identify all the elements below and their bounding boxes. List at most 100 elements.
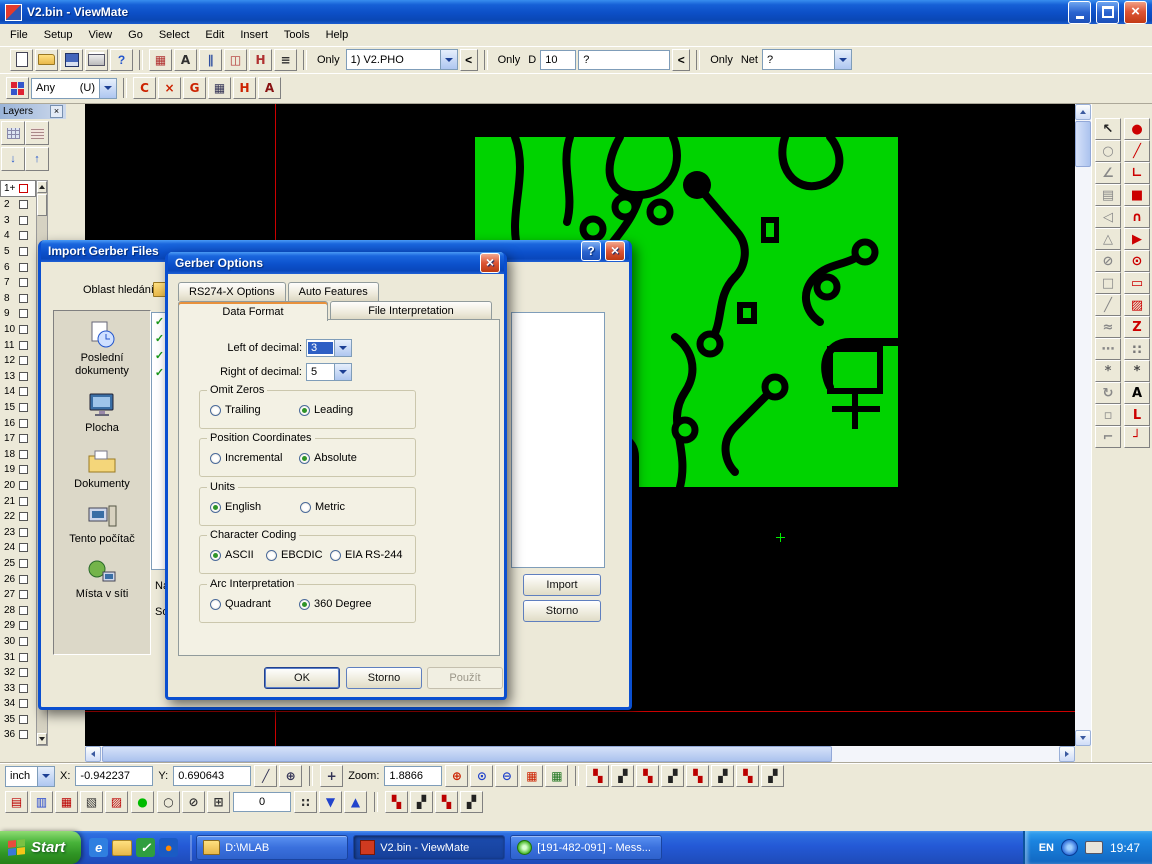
menu-item[interactable]: Select [151,26,198,44]
small-square-icon[interactable]: ▫ [1095,404,1121,426]
zoom-window-icon[interactable]: ⊙ [470,765,493,787]
layer-row[interactable]: 23 [0,524,36,540]
menu-item[interactable]: View [80,26,120,44]
layer-color-swatch[interactable] [19,637,28,646]
scroll-left-icon[interactable] [85,746,101,762]
layer-color-swatch[interactable] [19,200,28,209]
chevron-down-icon[interactable] [37,767,54,786]
layer-color-swatch[interactable] [19,653,28,662]
previous-dcode-button[interactable]: < [672,49,690,71]
red-l-icon[interactable]: L [1124,404,1150,426]
arrow-up-icon[interactable]: ▲ [344,791,367,813]
layer-color-swatch[interactable] [19,403,28,412]
gray-dots-icon[interactable]: :: [1124,338,1150,360]
layer-row[interactable]: 25 [0,556,36,572]
layer-color-swatch[interactable] [19,263,28,272]
tab-data-format[interactable]: Data Format [178,301,328,321]
radio-quadrant[interactable]: Quadrant [210,598,271,610]
tray-network-icon[interactable] [1061,839,1078,856]
menu-item[interactable]: Tools [276,26,318,44]
layer-color-swatch[interactable] [19,668,28,677]
scrollbar-thumb[interactable] [37,194,47,216]
table-grid-icon[interactable]: ⊞ [207,791,230,813]
recent-documents-item[interactable]: Poslední dokumenty [54,321,150,378]
dcode-count-field[interactable]: 0 [233,792,291,812]
wave-icon[interactable]: ≈ [1095,316,1121,338]
close-button[interactable] [1124,1,1147,24]
layer-row[interactable]: 26 [0,571,36,587]
layer-row[interactable]: 28 [0,602,36,618]
task-button-viewmate[interactable]: V2.bin - ViewMate [353,835,505,860]
layer-combobox[interactable]: 1) V2.PHO [346,49,458,70]
layer-color-swatch[interactable] [19,450,28,459]
layer-color-swatch[interactable] [19,341,28,350]
cross-tool-icon[interactable]: × [158,77,181,99]
layer-view-2-icon[interactable]: ▥ [30,791,53,813]
cancel-button[interactable]: Storno [523,600,601,622]
status-led-icon[interactable]: ● [131,791,154,813]
radio-checked-icon[interactable] [299,453,310,464]
filled-square-icon[interactable]: ▤ [1095,184,1121,206]
triangle-left-icon[interactable]: ◁ [1095,206,1121,228]
radio-incremental[interactable]: Incremental [210,452,282,464]
menu-item[interactable]: Help [318,26,357,44]
layer-color-swatch[interactable] [19,684,28,693]
h-tool-icon[interactable]: H [233,77,256,99]
layer-color-swatch[interactable] [19,247,28,256]
radio-absolute[interactable]: Absolute [299,452,357,464]
dcode-pattern-5-icon[interactable]: ▚ [686,765,709,787]
x-coordinate-field[interactable]: -0.942237 [75,766,153,786]
red-corner-icon[interactable]: ┘ [1124,426,1150,448]
layer-row[interactable]: 10 [0,322,36,338]
aperture-filter-combobox[interactable]: Any (U) [31,78,117,99]
layer-color-swatch[interactable] [19,543,28,552]
radio-icon[interactable] [210,599,221,610]
scrollbar-thumb[interactable] [1075,121,1091,167]
layer-color-swatch[interactable] [19,372,28,381]
layer-color-swatch[interactable] [19,715,28,724]
documents-item[interactable]: Dokumenty [54,449,150,491]
layer-grid-view-icon[interactable] [1,121,25,145]
layer-row[interactable]: 18 [0,447,36,463]
language-indicator[interactable]: EN [1039,842,1054,854]
arrow-down-icon[interactable]: ▼ [319,791,342,813]
gray-circle-icon[interactable]: ○ [1095,140,1121,162]
layer-row[interactable]: 7 [0,275,36,291]
zoom-field[interactable]: 1.8866 [384,766,442,786]
dcode-pattern-8-icon[interactable]: ▞ [761,765,784,787]
dcode-grid-icon[interactable]: ▦ [149,49,172,71]
radio-ebcdic[interactable]: EBCDIC [266,549,323,561]
red-arc-icon[interactable]: ∩ [1124,206,1150,228]
pad-pair-icon[interactable]: ◫ [224,49,247,71]
grid-green-icon[interactable]: ▦ [545,765,568,787]
asterisk-icon[interactable]: * [1095,360,1121,382]
layer-view-1-icon[interactable]: ▤ [5,791,28,813]
layer-row[interactable]: 2 [0,197,36,213]
dcode-pattern-6-icon[interactable]: ▞ [711,765,734,787]
start-button[interactable]: Start [0,831,81,864]
circle-tool-icon[interactable]: ○ [157,791,180,813]
horizontal-scrollbar[interactable] [85,746,1075,762]
import-button[interactable]: Import [523,574,601,596]
pattern-1-icon[interactable]: ▚ [385,791,408,813]
layer-row[interactable]: 27 [0,587,36,603]
dots-grid-icon[interactable]: :: [294,791,317,813]
layer-row[interactable]: 14 [0,384,36,400]
chevron-down-icon[interactable] [334,364,351,380]
layer-row[interactable]: 30 [0,634,36,650]
pointer-icon[interactable]: ↖ [1095,118,1121,140]
print-icon[interactable] [85,49,108,71]
menu-item[interactable]: Insert [232,26,276,44]
chevron-down-icon[interactable] [334,340,351,356]
dcode-pattern-4-icon[interactable]: ▞ [661,765,684,787]
layer-row[interactable]: 4 [0,228,36,244]
menu-item[interactable]: File [2,26,36,44]
task-button-message[interactable]: [191-482-091] - Mess... [510,835,662,860]
help-icon[interactable] [581,241,601,261]
layer-color-swatch[interactable] [19,216,28,225]
layer-row[interactable]: 5 [0,244,36,260]
scroll-down-icon[interactable] [37,733,47,745]
layer-color-swatch[interactable] [19,356,28,365]
only-net-toggle[interactable]: Only [710,54,733,66]
layer-up-icon[interactable] [25,147,49,171]
